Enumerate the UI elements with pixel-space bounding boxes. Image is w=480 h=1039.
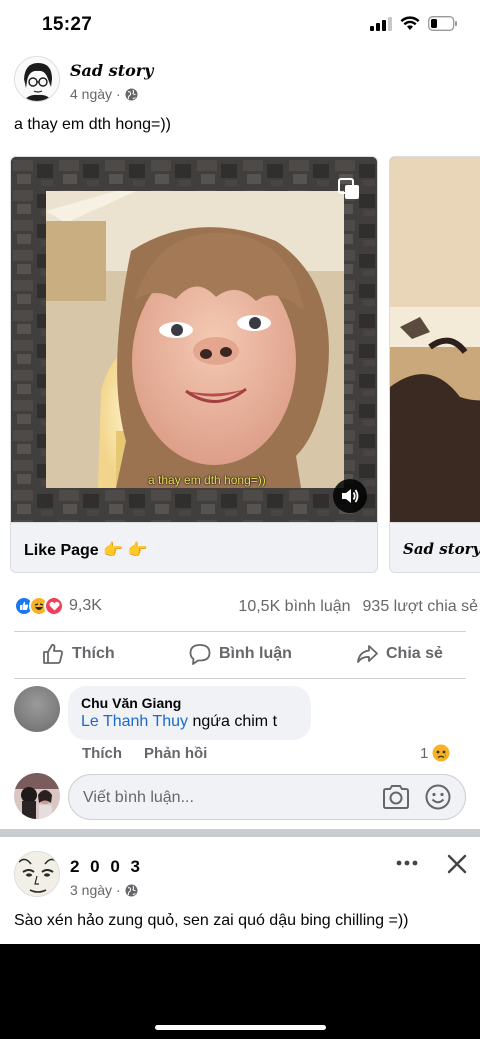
comment-like-button[interactable]: Thích — [82, 745, 122, 762]
comment-icon — [189, 644, 211, 665]
love-reaction-icon — [44, 596, 64, 616]
share-button[interactable]: Chia sẻ — [356, 643, 443, 665]
speaker-icon — [342, 489, 359, 503]
comment-reaction-count: 1 — [420, 744, 429, 762]
comment-button[interactable]: Bình luận — [189, 643, 292, 665]
sound-toggle-button[interactable] — [333, 479, 367, 513]
reaction-count[interactable]: 9,3K — [69, 597, 102, 615]
author-avatar[interactable] — [14, 56, 60, 102]
camera-icon[interactable] — [382, 784, 410, 810]
divider — [14, 678, 466, 679]
battery-icon — [428, 16, 457, 31]
share-icon — [357, 645, 378, 663]
post-author[interactable]: Sad story — [70, 61, 153, 80]
divider — [14, 631, 466, 632]
page-name-link[interactable]: Sad story — [403, 540, 480, 558]
share-count[interactable]: 935 lượt chia sẻ — [363, 598, 478, 616]
status-bar: 15:27 — [0, 0, 480, 50]
emoji-icon[interactable] — [424, 783, 452, 811]
close-icon[interactable] — [446, 853, 468, 880]
my-avatar[interactable] — [14, 773, 60, 819]
home-indicator[interactable] — [155, 1025, 326, 1030]
video-thumbnail[interactable] — [390, 157, 480, 522]
like-label: Thích — [72, 645, 115, 662]
post-text: a thay em dth hong=)) — [14, 116, 171, 133]
comment-bubble[interactable]: Chu Văn Giang Le Thanh Thuy ngứa chim t — [68, 686, 311, 740]
comment-input[interactable]: Viết bình luận... — [83, 789, 194, 807]
comment-author[interactable]: Chu Văn Giang — [81, 695, 181, 711]
video-caption: a thay em dth hong=)) — [148, 473, 266, 487]
status-icons — [370, 16, 458, 31]
meta-separator: · — [116, 882, 121, 898]
comment-count[interactable]: 10,5K bình luận — [238, 598, 350, 616]
carousel-card[interactable]: a thay em dth hong=)) Like Page 👉 👉 — [10, 156, 378, 573]
post2-author[interactable]: 2 0 0 3 — [70, 857, 143, 877]
video-thumbnail[interactable]: a thay em dth hong=)) — [11, 157, 377, 522]
carousel-card[interactable]: Sad story — [389, 156, 480, 573]
post-meta: 4 ngày · — [70, 86, 138, 102]
wifi-icon — [400, 16, 420, 30]
media-carousel[interactable]: a thay em dth hong=)) Like Page 👉 👉 Sad … — [10, 156, 480, 574]
post-actions: Thích Bình luận Chia sẻ — [14, 633, 466, 677]
thumbs-up-icon — [43, 644, 63, 664]
post-stats: 10,5K bình luận 935 lượt chia sẻ — [238, 598, 478, 616]
comment-label: Bình luận — [219, 645, 292, 662]
comment-message: ngứa chim t — [188, 713, 278, 730]
comment-mention[interactable]: Le Thanh Thuy — [81, 713, 188, 730]
globe-icon — [125, 88, 138, 100]
card-footer[interactable]: Sad story — [390, 522, 480, 572]
more-options-icon[interactable] — [396, 852, 418, 879]
comment-reply-button[interactable]: Phản hồi — [144, 745, 207, 762]
meta-separator: · — [116, 86, 121, 102]
globe-icon — [125, 884, 138, 896]
post2-author-avatar[interactable] — [14, 851, 60, 897]
post-header: Sad story 4 ngày · — [14, 56, 466, 106]
commenter-avatar[interactable] — [14, 686, 60, 732]
comment-composer[interactable]: Viết bình luận... — [68, 774, 466, 820]
post2-text: Sào xén hảo zung quỏ, sen zai quó dậu bi… — [14, 912, 409, 929]
signal-icon — [370, 16, 392, 31]
feed-separator — [0, 829, 480, 837]
comment-reactions[interactable]: 1 — [420, 744, 450, 762]
sad-reaction-icon — [432, 744, 450, 762]
reaction-summary[interactable]: 9,3K — [14, 596, 102, 616]
multi-image-icon — [337, 177, 361, 206]
card-footer[interactable]: Like Page 👉 👉 — [11, 522, 377, 572]
comment-actions: Thích Phản hồi — [82, 745, 207, 762]
like-button[interactable]: Thích — [42, 643, 115, 665]
comment-text: Le Thanh Thuy ngứa chim t — [81, 713, 277, 731]
post2-time[interactable]: 3 ngày — [70, 882, 112, 898]
post2-meta: 3 ngày · — [70, 882, 138, 898]
like-page-link[interactable]: Like Page 👉 👉 — [24, 540, 147, 560]
share-label: Chia sẻ — [386, 645, 443, 662]
post-time[interactable]: 4 ngày — [70, 86, 112, 102]
status-time: 15:27 — [42, 14, 93, 35]
